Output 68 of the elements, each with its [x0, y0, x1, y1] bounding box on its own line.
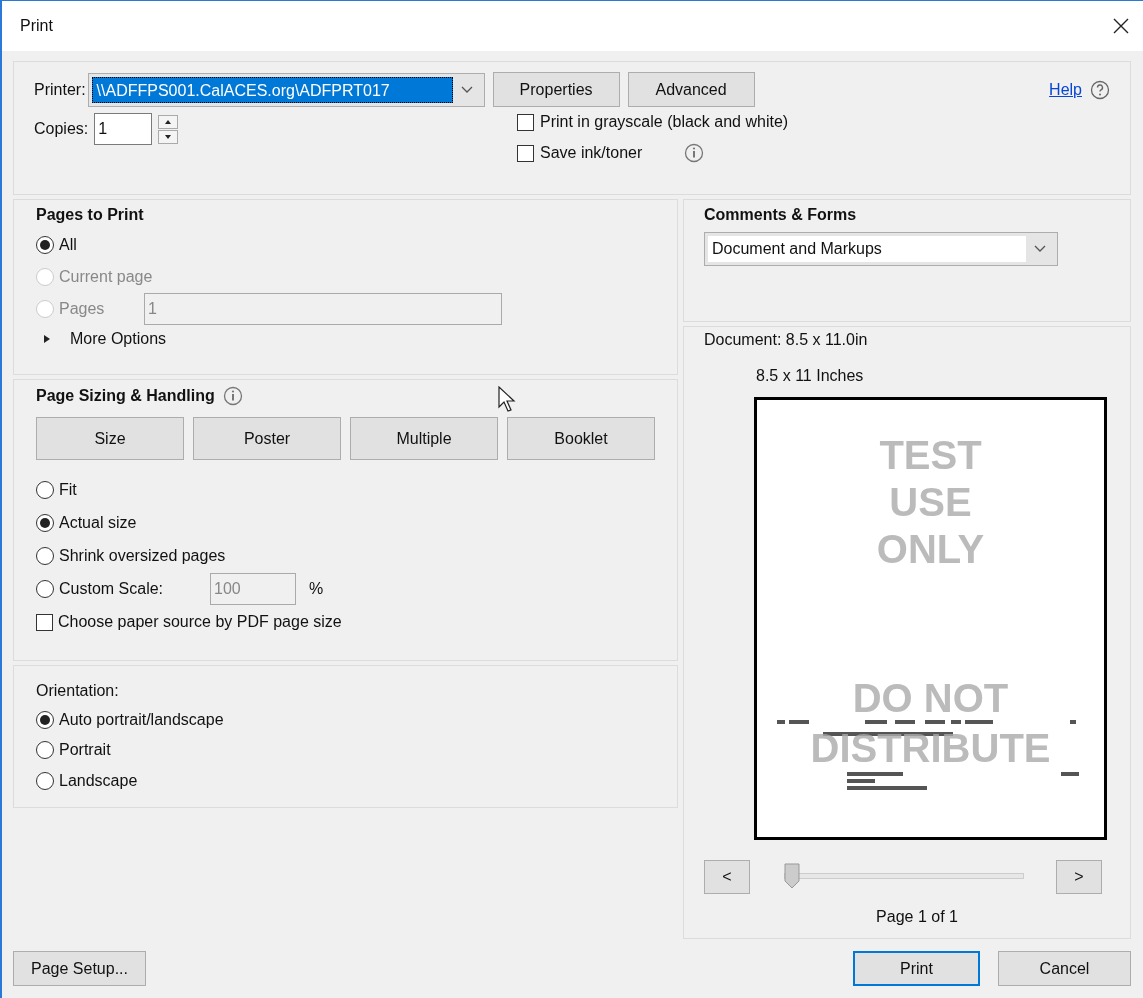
next-page-button[interactable]: >	[1056, 860, 1102, 894]
printer-option-button[interactable]: Advanced	[627, 72, 755, 107]
radio-label: Portrait	[59, 741, 111, 760]
previous-page-button[interactable]: <	[704, 860, 750, 894]
radio-label: Landscape	[59, 771, 138, 790]
watermark-text: DO NOT	[852, 675, 1009, 722]
radio-button[interactable]	[36, 711, 54, 730]
help-link[interactable]: Help	[1049, 80, 1082, 99]
radio-button[interactable]	[36, 580, 54, 598]
radio-button[interactable]	[36, 481, 54, 499]
chevron-down-icon[interactable]	[460, 85, 473, 94]
help-icon[interactable]	[1090, 79, 1110, 100]
info-icon[interactable]	[684, 143, 705, 163]
radio-label: Actual size	[59, 514, 137, 532]
section-title: Comments & Forms	[704, 206, 858, 224]
option-label: Save ink/toner	[540, 144, 643, 162]
watermark-text: USE	[889, 479, 972, 526]
checkbox[interactable]	[517, 144, 534, 162]
print-button[interactable]: Print	[853, 951, 980, 986]
radio-button[interactable]	[36, 741, 54, 760]
document-size: Document: 8.5 x 11.0in	[704, 331, 869, 349]
window-title: Print	[20, 17, 53, 35]
copies-field[interactable]: 1	[94, 113, 153, 145]
option-label: Print in grayscale (black and white)	[540, 113, 789, 131]
checkbox[interactable]	[36, 613, 53, 631]
info-icon[interactable]	[222, 386, 243, 406]
radio-button[interactable]	[36, 514, 54, 532]
page-indicator: Page 1 of 1	[876, 908, 958, 926]
watermark-text: DISTRIBUTE	[810, 725, 1051, 772]
radio-label: Custom Scale:	[59, 580, 165, 598]
page-setup-button[interactable]: Page Setup...	[13, 951, 146, 986]
sizing-mode-button[interactable]: Multiple	[350, 417, 498, 460]
comments-dropdown[interactable]: Document and Markups	[704, 232, 1058, 266]
radio-label: Current page	[59, 268, 153, 286]
chevron-down-icon[interactable]	[1034, 245, 1046, 253]
printer-dropdown[interactable]: \\ADFFPS001.CalACES.org\ADFPRT017	[87, 72, 485, 107]
page-slider[interactable]	[784, 863, 1024, 891]
mouse-cursor-icon	[498, 386, 516, 412]
sizing-mode-button[interactable]: Size	[36, 417, 184, 460]
triangle-icon[interactable]	[42, 334, 52, 344]
slider-thumb[interactable]	[784, 863, 800, 889]
decrement-icon[interactable]	[158, 129, 179, 144]
more-options-toggle[interactable]: More Options	[36, 330, 655, 348]
watermark-text: TEST	[879, 432, 982, 479]
printer-label: Printer:	[34, 80, 86, 99]
sizing-mode-button[interactable]: Booklet	[507, 417, 655, 460]
radio-label: Pages	[59, 300, 106, 318]
radio-label: Fit	[59, 481, 77, 499]
radio-label: Shrink oversized pages	[59, 547, 226, 565]
copies-label: Copies:	[34, 120, 89, 138]
sizing-mode-button[interactable]: Poster	[193, 417, 341, 460]
radio-button[interactable]	[36, 547, 54, 565]
section-title: Orientation:	[36, 682, 120, 700]
cancel-button[interactable]: Cancel	[998, 951, 1131, 986]
increment-icon[interactable]	[158, 114, 179, 129]
section-title: Pages to Print	[36, 206, 145, 224]
percent-label: %	[309, 580, 324, 598]
checkbox[interactable]	[517, 113, 534, 131]
watermark-text: ONLY	[876, 526, 985, 573]
radio-button[interactable]	[36, 236, 54, 254]
close-icon[interactable]	[1113, 18, 1129, 34]
radio-label: All	[59, 236, 77, 254]
radio-button[interactable]	[36, 771, 54, 790]
paper-size: 8.5 x 11 Inches	[756, 367, 865, 385]
section-title: Page Sizing & Handling	[36, 387, 215, 405]
checkbox-label: Choose paper source by PDF page size	[58, 613, 342, 631]
radio-label: Auto portrait/landscape	[59, 711, 224, 730]
printer-option-button[interactable]: Properties	[492, 72, 620, 107]
